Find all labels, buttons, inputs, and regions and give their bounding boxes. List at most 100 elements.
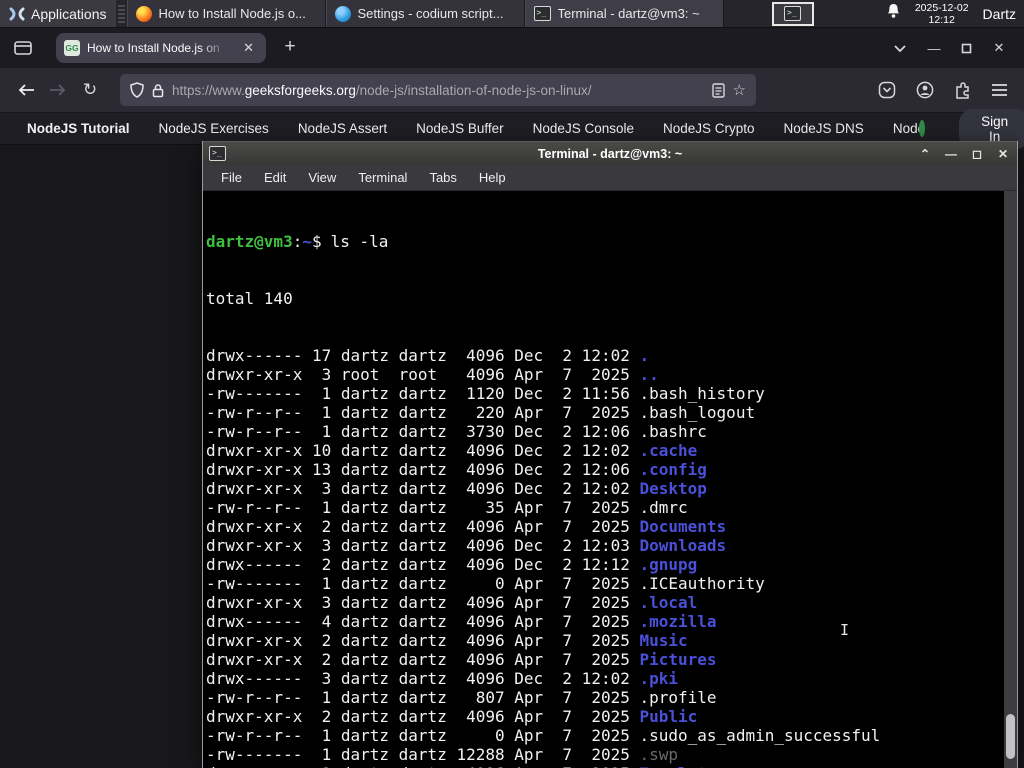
window-maximize-button[interactable] — [961, 43, 972, 54]
tab-close-icon[interactable]: ✕ — [239, 39, 258, 57]
nav-link-nodejs-crypto[interactable]: NodeJS Crypto — [663, 121, 755, 136]
taskbar-button-firefox[interactable]: How to Install Node.js o... — [126, 0, 326, 27]
file-name: .mozilla — [639, 612, 717, 631]
nav-link-nodejs-tutorial[interactable]: NodeJS Tutorial — [27, 121, 130, 136]
menu-item-terminal[interactable]: Terminal — [348, 167, 417, 188]
menu-item-view[interactable]: View — [298, 167, 346, 188]
shade-button[interactable]: ⌃ — [917, 147, 933, 161]
nav-link-nodejs-console[interactable]: NodeJS Console — [533, 121, 634, 136]
terminal-prompt-line: dartz@vm3:~$ ls -la — [206, 232, 1017, 251]
terminal-body[interactable]: dartz@vm3:~$ ls -la total 140 drwx------ … — [203, 191, 1017, 768]
terminal-scrollbar[interactable] — [1004, 191, 1017, 768]
desktop: Applications How to Install Node.js o...… — [0, 0, 1024, 768]
terminal-line: drwxr-xr-x 13 dartz dartz 4096 Dec 2 12:… — [206, 460, 707, 479]
terminal-line: -rw-r--r-- 1 dartz dartz 220 Apr 7 2025 … — [206, 403, 756, 422]
taskbar-label: How to Install Node.js o... — [158, 6, 306, 21]
firefox-view-button[interactable] — [8, 34, 38, 62]
file-name: .local — [639, 593, 698, 612]
terminal-line: -rw------- 1 dartz dartz 1120 Dec 2 11:5… — [206, 384, 765, 403]
mouse-cursor: I — [840, 621, 850, 639]
url-bar[interactable]: https://www.geeksforgeeks.org/node-js/in… — [120, 74, 756, 106]
back-button[interactable] — [10, 75, 42, 105]
firefox-icon — [135, 5, 152, 22]
panel-spacer — [814, 0, 886, 27]
file-name: Music — [639, 631, 688, 650]
toolbar-right-icons — [878, 81, 1014, 99]
new-tab-button[interactable]: + — [276, 34, 304, 62]
menu-item-file[interactable]: File — [211, 167, 252, 188]
terminal-line: drwxr-xr-x 2 dartz dartz 4096 Apr 7 2025… — [206, 631, 688, 650]
terminal-title: Terminal - dartz@vm3: ~ — [537, 146, 683, 161]
url-path: /node-js/installation-of-node-js-on-linu… — [355, 82, 592, 98]
tab-title: How to Install Node.js on — [87, 41, 220, 55]
clock-date: 2025-12-02 — [914, 1, 969, 14]
forward-icon — [50, 84, 66, 96]
file-name: .bashrc — [639, 422, 707, 441]
window-minimize-button[interactable]: — — [921, 41, 947, 56]
file-name: Pictures — [639, 650, 717, 669]
file-name: . — [639, 346, 650, 365]
back-icon — [18, 84, 34, 96]
applications-menu-button[interactable]: Applications — [0, 0, 116, 27]
url-host: geeksforgeeks.org — [244, 82, 356, 98]
extensions-icon[interactable] — [954, 81, 971, 99]
terminal-line: drwx------ 17 dartz dartz 4096 Dec 2 12:… — [206, 346, 650, 365]
file-name: Documents — [639, 517, 727, 536]
url-scheme: https://www. — [172, 82, 245, 98]
browser-tab-active[interactable]: GG How to Install Node.js on ✕ — [56, 33, 266, 63]
file-name: .bash_history — [639, 384, 765, 403]
menu-item-help[interactable]: Help — [469, 167, 516, 188]
bell-icon — [887, 4, 899, 18]
minimize-button[interactable]: — — [943, 147, 959, 161]
reader-view-icon[interactable] — [711, 82, 725, 98]
codium-icon — [334, 5, 351, 22]
terminal-line: drwxr-xr-x 3 dartz dartz 4096 Apr 7 2025… — [206, 593, 698, 612]
file-name: .config — [639, 460, 707, 479]
file-name: .bash_logout — [639, 403, 756, 422]
applications-label: Applications — [31, 5, 107, 22]
close-button[interactable]: ✕ — [995, 147, 1011, 161]
reload-button[interactable]: ↻ — [74, 75, 106, 105]
terminal-line: drwxr-xr-x 10 dartz dartz 4096 Dec 2 12:… — [206, 441, 698, 460]
file-name: .sudo_as_admin_successful — [639, 726, 881, 745]
menu-item-tabs[interactable]: Tabs — [419, 167, 466, 188]
menu-item-edit[interactable]: Edit — [254, 167, 296, 188]
nav-link-nodejs-buffer[interactable]: NodeJS Buffer — [416, 121, 504, 136]
terminal-line: -rw------- 1 dartz dartz 12288 Apr 7 202… — [206, 745, 679, 764]
menu-icon[interactable] — [991, 83, 1008, 97]
prompt-separator: : — [292, 232, 303, 251]
terminal-line: drwxr-xr-x 2 dartz dartz 4096 Apr 7 2025… — [206, 707, 698, 726]
file-name: .dmrc — [639, 498, 688, 517]
file-name: .profile — [639, 688, 717, 707]
account-icon[interactable] — [916, 81, 934, 99]
site-nav-links: NodeJS Tutorial NodeJS Exercises NodeJS As… — [27, 121, 925, 136]
terminal-line: drwxr-xr-x 2 dartz dartz 4096 Apr 7 2025… — [206, 517, 727, 536]
lock-icon[interactable] — [152, 83, 164, 98]
workspace-switcher[interactable]: >_ — [771, 1, 814, 26]
terminal-line: drwxr-xr-x 3 dartz dartz 4096 Dec 2 12:0… — [206, 479, 707, 498]
window-close-button[interactable]: ✕ — [986, 40, 1012, 56]
list-all-tabs-icon[interactable] — [893, 44, 907, 53]
prompt-user-host: dartz@vm3 — [206, 232, 293, 251]
terminal-line: total 140 — [206, 289, 293, 308]
file-name: .cache — [639, 441, 698, 460]
url-text: https://www.geeksforgeeks.org/node-js/in… — [172, 83, 704, 98]
forward-button[interactable] — [42, 75, 74, 105]
tracking-shield-icon[interactable] — [130, 82, 144, 98]
nav-link-nodejs-exercises[interactable]: NodeJS Exercises — [159, 121, 269, 136]
scrollbar-thumb[interactable] — [1006, 714, 1015, 759]
pocket-icon[interactable] — [878, 81, 896, 99]
terminal-line: drwx------ 2 dartz dartz 4096 Dec 2 12:1… — [206, 555, 698, 574]
taskbar-button-codium[interactable]: Settings - codium script... — [325, 0, 525, 27]
panel-handle — [117, 4, 125, 23]
nav-link-nodejs-dns[interactable]: NodeJS DNS — [784, 121, 864, 136]
taskbar-button-terminal[interactable]: >_ Terminal - dartz@vm3: ~ — [524, 0, 724, 27]
clock[interactable]: 2025-12-02 12:12 — [915, 2, 969, 26]
file-name: .swp — [639, 745, 679, 764]
bookmark-star-icon[interactable]: ☆ — [733, 81, 746, 99]
notifications-button[interactable] — [886, 3, 901, 24]
terminal-line: -rw-r--r-- 1 dartz dartz 0 Apr 7 2025 .s… — [206, 726, 881, 745]
terminal-titlebar[interactable]: >_ Terminal - dartz@vm3: ~ ⌃ — ◻ ✕ — [203, 141, 1017, 165]
nav-link-nodejs-assert[interactable]: NodeJS Assert — [298, 121, 387, 136]
maximize-button[interactable]: ◻ — [969, 147, 985, 161]
